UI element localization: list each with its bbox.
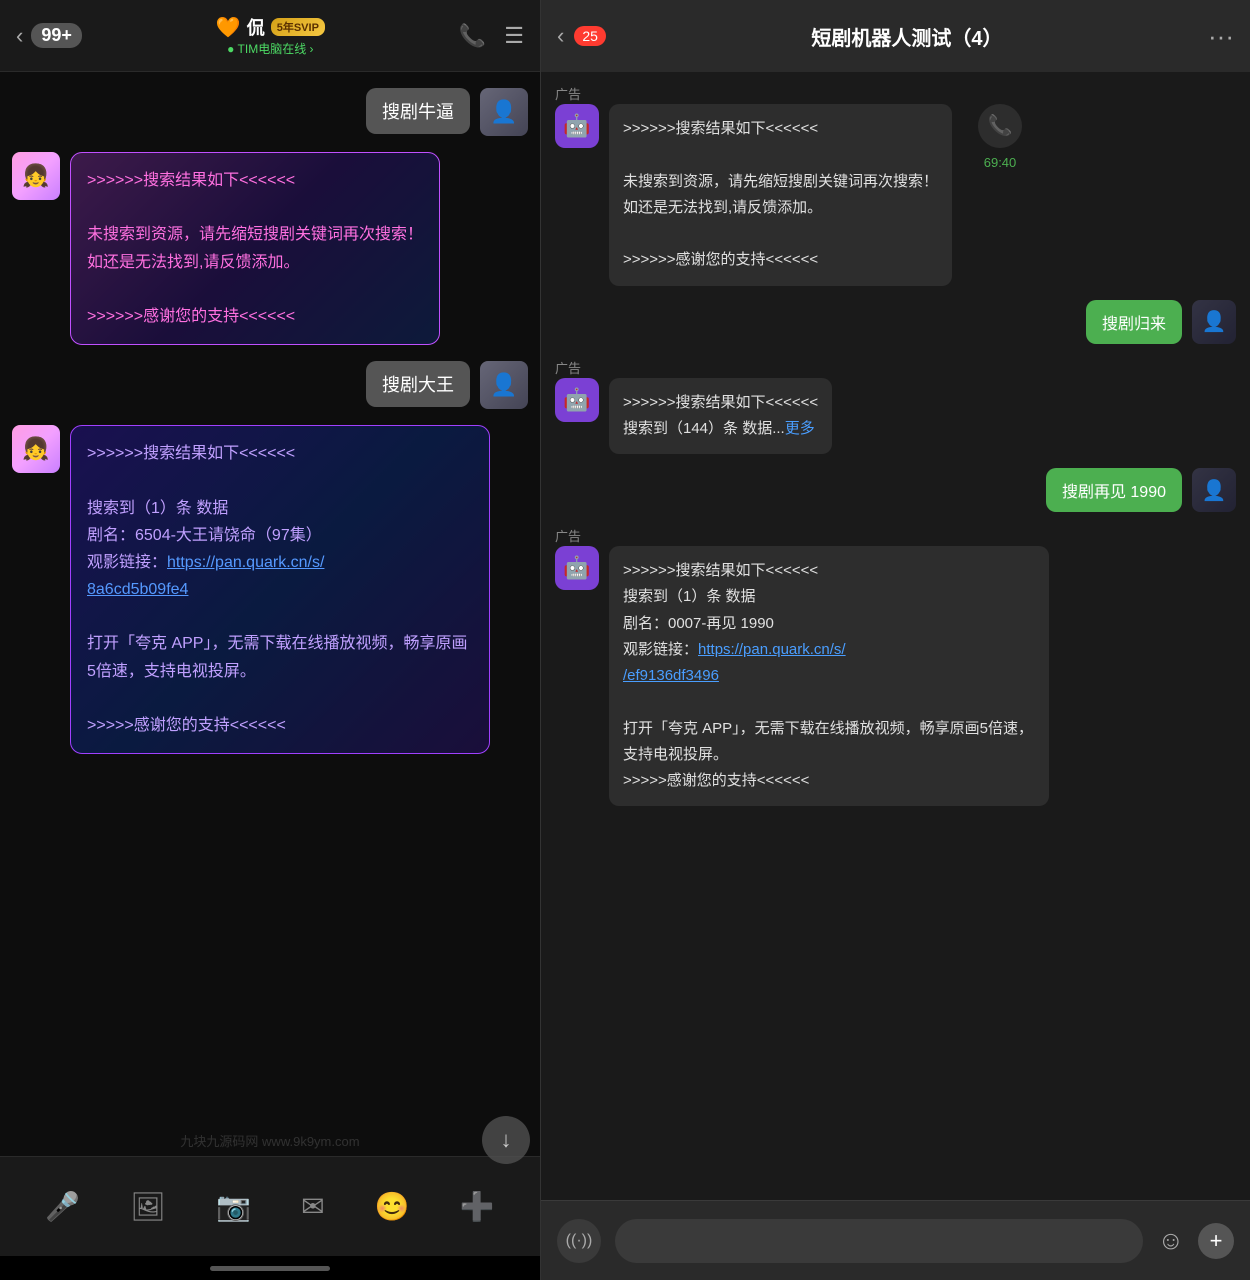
right-sent-row-1: 搜剧归来 👤 [555,300,1236,344]
right-sent-bubble-2: 搜剧再见 1990 [1046,468,1182,512]
ad-text-2: 广告 [555,361,581,376]
image-toolbar-icon[interactable]: 🖼 [130,1190,166,1223]
sent-text-2: 搜剧大王 [382,375,454,395]
back-button[interactable]: ‹ [16,23,23,49]
sent-bubble-1: 搜剧牛逼 [366,88,470,134]
right-sent-avatar-2: 👤 [1192,468,1236,512]
left-header-center: 🧡 侃 5年SVIP ● TIM电脑在线 › [216,14,325,57]
home-bar [210,1266,330,1271]
recv-bubble-2: >>>>>>搜索结果如下<<<<<< 搜索到（1）条 数据 剧名：6504-大王… [70,425,490,754]
recv-avatar-1: 👧 [12,152,60,200]
right-recv-row-1: 🤖 >>>>>>搜索结果如下<<<<<< 未搜索到资源，请先缩短搜剧关键词再次搜… [555,104,1236,286]
voice-wave-icon: ((·)) [566,1232,593,1250]
recv-text-2: >>>>>>搜索结果如下<<<<<< 搜索到（1）条 数据 剧名：6504-大王… [87,445,467,734]
right-recv-bubble-3: >>>>>>搜索结果如下<<<<<< 搜索到（1）条 数据 剧名：0007-再见… [609,546,1049,806]
right-header-right: ··· [1208,21,1234,52]
ai-avatar-2: 🤖 [555,378,599,422]
right-recv-bubble-1: >>>>>>搜索结果如下<<<<<< 未搜索到资源，请先缩短搜剧关键词再次搜索！… [609,104,952,286]
call-duration: 69:40 [984,152,1017,175]
right-count-badge: 25 [574,26,606,46]
right-sent-avatar-1: 👤 [1192,300,1236,344]
watermark: 九块九源码网 www.9k9ym.com [180,1131,359,1150]
recv-bubble-1: >>>>>>搜索结果如下<<<<<< 未搜索到资源，请先缩短搜剧关键词再次搜索！… [70,152,440,345]
message-row-sent-2: 👤 搜剧大王 [12,361,528,409]
message-row-recv-1: 👧 >>>>>>搜索结果如下<<<<<< 未搜索到资源，请先缩短搜剧关键词再次搜… [12,152,528,345]
left-toolbar: 🎤 🖼 📷 ✉ 😊 ➕ [0,1156,540,1256]
plus-button[interactable]: + [1198,1223,1234,1259]
right-sent-row-2: 搜剧再见 1990 👤 [555,468,1236,512]
right-sent-bubble-1: 搜剧归来 [1086,300,1182,344]
right-panel: ‹ 25 短剧机器人测试（4） ··· 广告 🤖 >>>>>>搜索结果如下<<<… [540,0,1250,1280]
right-recv-text-2: >>>>>>搜索结果如下<<<<<< 搜索到（144）条 数据...更多 [623,394,818,437]
voice-toolbar-icon[interactable]: 🎤 [45,1190,80,1223]
phone-call-icon: 📞 [988,109,1013,144]
right-messages: 广告 🤖 >>>>>>搜索结果如下<<<<<< 未搜索到资源，请先缩短搜剧关键词… [541,72,1250,1200]
left-header: ‹ 99+ 🧡 侃 5年SVIP ● TIM电脑在线 › 📞 ☰ [0,0,540,72]
sent-bubble-2: 搜剧大王 [366,361,470,407]
right-sent-text-2: 搜剧再见 1990 [1062,484,1166,501]
ai-avatar-1: 🤖 [555,104,599,148]
more-link[interactable]: 更多 [785,420,815,437]
emoji-toolbar-icon[interactable]: 😊 [375,1190,410,1223]
ad-text-1: 广告 [555,87,581,102]
right-recv-text-1: >>>>>>搜索结果如下<<<<<< 未搜索到资源，请先缩短搜剧关键词再次搜索！… [623,120,938,268]
mail-toolbar-icon[interactable]: ✉ [301,1190,324,1223]
online-status: ● TIM电脑在线 › [227,40,313,57]
right-ad-label-1: 广告 🤖 >>>>>>搜索结果如下<<<<<< 未搜索到资源，请先缩短搜剧关键词… [555,84,1236,286]
right-bottom-toolbar: ((·)) ☺ + [541,1200,1250,1280]
right-recv-row-2: 🤖 >>>>>>搜索结果如下<<<<<< 搜索到（144）条 数据...更多 [555,378,1236,455]
unread-badge[interactable]: 99+ [31,23,82,48]
emoji-button[interactable]: ☺ [1157,1225,1184,1256]
message-row-recv-2: 👧 >>>>>>搜索结果如下<<<<<< 搜索到（1）条 数据 剧名：6504-… [12,425,528,754]
ai-avatar-3: 🤖 [555,546,599,590]
left-messages: 👤 搜剧牛逼 👧 >>>>>>搜索结果如下<<<<<< 未搜索到资源，请先缩短搜… [0,72,540,1156]
user-name-row: 🧡 侃 5年SVIP [216,14,325,40]
recv-text-1: >>>>>>搜索结果如下<<<<<< 未搜索到资源，请先缩短搜剧关键词再次搜索！… [87,172,423,325]
left-panel: ‹ 99+ 🧡 侃 5年SVIP ● TIM电脑在线 › 📞 ☰ 👤 搜剧牛逼 … [0,0,540,1280]
more-options-icon[interactable]: ··· [1208,21,1234,52]
voice-button[interactable]: ((·)) [557,1219,601,1263]
message-input[interactable] [615,1219,1143,1263]
recv-avatar-2: 👧 [12,425,60,473]
quark-link-1[interactable]: https://pan.quark.cn/s/8a6cd5b09fe4 [87,554,324,598]
sent-text-1: 搜剧牛逼 [382,102,454,122]
right-header: ‹ 25 短剧机器人测试（4） ··· [541,0,1250,72]
right-recv-row-3: 🤖 >>>>>>搜索结果如下<<<<<< 搜索到（1）条 数据 剧名：0007-… [555,546,1236,806]
username: 侃 [247,14,265,40]
right-ad-label-2: 广告 🤖 >>>>>>搜索结果如下<<<<<< 搜索到（144）条 数据...更… [555,358,1236,455]
sent-avatar-1: 👤 [480,88,528,136]
vip-badge: 5年SVIP [271,18,325,36]
right-ad-label-3: 广告 🤖 >>>>>>搜索结果如下<<<<<< 搜索到（1）条 数据 剧名：00… [555,526,1236,806]
message-row-sent-1: 👤 搜剧牛逼 [12,88,528,136]
user-emoji-icon: 🧡 [216,15,241,40]
right-recv-text-3: >>>>>>搜索结果如下<<<<<< 搜索到（1）条 数据 剧名：0007-再见… [623,562,1033,789]
plus-toolbar-icon[interactable]: ➕ [460,1190,495,1223]
call-icon[interactable]: 📞 [978,104,1022,148]
right-chat-title: 短剧机器人测试（4） [811,22,1002,51]
phone-icon[interactable]: 📞 [459,23,486,49]
left-header-right: 📞 ☰ [459,23,524,49]
quark-link-2[interactable]: https://pan.quark.cn/s//ef9136df3496 [623,641,846,684]
home-indicator [0,1256,540,1280]
right-back-button[interactable]: ‹ [557,23,564,49]
menu-icon[interactable]: ☰ [504,23,524,49]
plus-icon: + [1210,1228,1223,1254]
camera-toolbar-icon[interactable]: 📷 [216,1190,251,1223]
sent-avatar-2: 👤 [480,361,528,409]
left-header-left: ‹ 99+ [16,23,82,49]
call-badge: 📞 69:40 [978,104,1022,175]
right-recv-bubble-2: >>>>>>搜索结果如下<<<<<< 搜索到（144）条 数据...更多 [609,378,832,455]
right-sent-text-1: 搜剧归来 [1102,316,1166,333]
scroll-down-indicator[interactable]: ↓ [482,1116,530,1164]
ad-text-3: 广告 [555,529,581,544]
right-header-left: ‹ 25 [557,23,606,49]
